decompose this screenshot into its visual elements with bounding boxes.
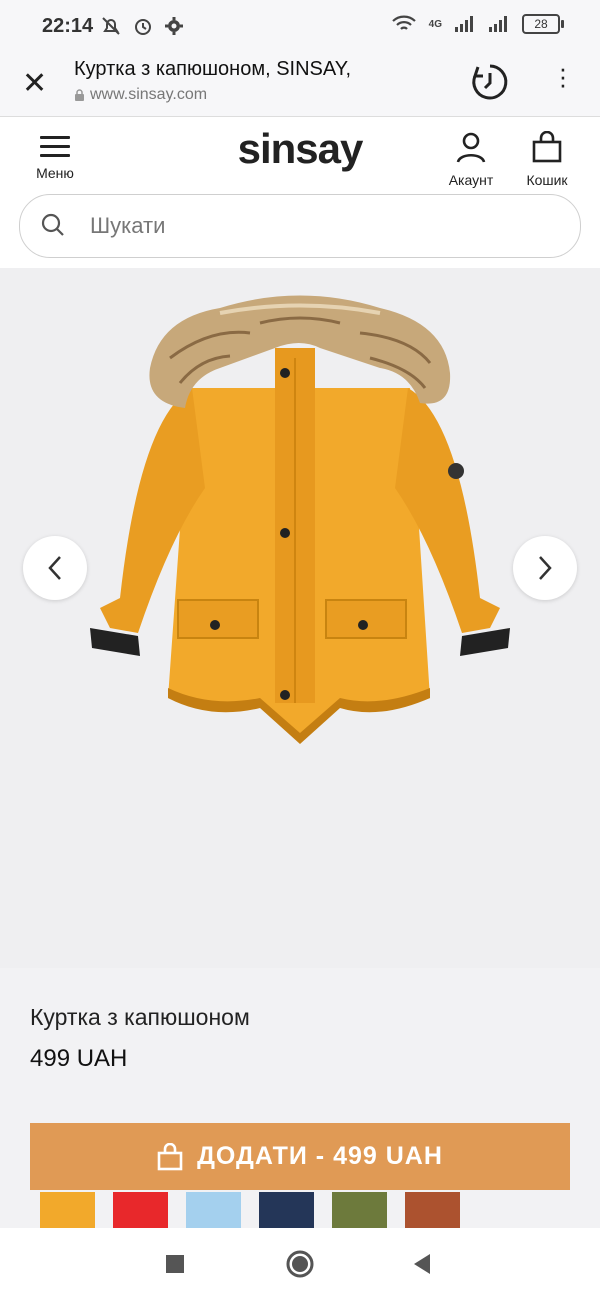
network-type: 4G: [428, 18, 442, 30]
site-logo[interactable]: sinsay: [0, 125, 600, 173]
color-swatch[interactable]: [332, 1192, 387, 1228]
home-icon[interactable]: [286, 1250, 314, 1278]
more-options-icon[interactable]: · · ·: [556, 55, 570, 97]
signal-icon-2: [489, 16, 507, 32]
cart-button[interactable]: Кошик: [518, 130, 576, 188]
page-title: Куртка з капюшоном, SINSAY,: [74, 58, 352, 80]
search-input[interactable]: Шукати: [19, 194, 581, 258]
history-icon[interactable]: [470, 62, 510, 102]
status-time: 22:14: [42, 15, 94, 37]
wifi-icon: [391, 15, 416, 30]
battery-icon: 28: [522, 14, 564, 34]
shopping-bag-icon: [157, 1142, 183, 1170]
color-swatch[interactable]: [40, 1192, 95, 1230]
back-icon[interactable]: [412, 1254, 432, 1274]
product-gallery[interactable]: [0, 268, 600, 968]
color-swatch[interactable]: [405, 1192, 460, 1228]
product-image[interactable]: [80, 288, 520, 758]
close-icon[interactable]: ✕: [22, 66, 47, 101]
notifications-off-icon: [102, 17, 120, 35]
alarm-icon: [135, 19, 151, 35]
gallery-next-button[interactable]: [513, 536, 577, 600]
status-bar: 22:14 4G 28: [0, 0, 600, 54]
page-url[interactable]: www.sinsay.com: [74, 86, 207, 104]
color-swatches: [40, 1192, 460, 1230]
chevron-left-icon: [48, 556, 61, 580]
add-to-cart-label: ДОДАТИ - 499 UAH: [197, 1142, 443, 1170]
url-text: www.sinsay.com: [90, 86, 208, 103]
account-label: Акаунт: [448, 172, 494, 188]
browser-toolbar: ✕ Куртка з капюшоном, SINSAY, www.sinsay…: [0, 54, 600, 117]
color-swatch[interactable]: [113, 1192, 168, 1228]
shopping-bag-icon: [532, 130, 562, 163]
product-info: Куртка з капюшоном 499 UAH ДОДАТИ - 499 …: [0, 968, 600, 1228]
signal-icon: [455, 16, 473, 32]
cart-label: Кошик: [526, 172, 568, 188]
lock-icon: [75, 88, 84, 101]
site-header: Меню sinsay Акаунт Кошик Шукати: [0, 117, 600, 269]
search-placeholder: Шукати: [90, 213, 166, 238]
add-to-cart-button[interactable]: ДОДАТИ - 499 UAH: [30, 1123, 570, 1190]
search-icon: [41, 213, 64, 236]
settings-icon: [165, 17, 183, 35]
product-price: 499 UAH: [30, 1045, 128, 1072]
color-swatch[interactable]: [259, 1192, 314, 1228]
color-swatch[interactable]: [186, 1192, 241, 1228]
product-name: Куртка з капюшоном: [30, 1004, 250, 1030]
user-icon: [456, 132, 486, 163]
recent-apps-icon[interactable]: [166, 1255, 184, 1273]
account-button[interactable]: Акаунт: [440, 131, 502, 188]
gallery-prev-button[interactable]: [23, 536, 87, 600]
chevron-right-icon: [539, 556, 552, 580]
system-nav-bar: [0, 1228, 600, 1299]
